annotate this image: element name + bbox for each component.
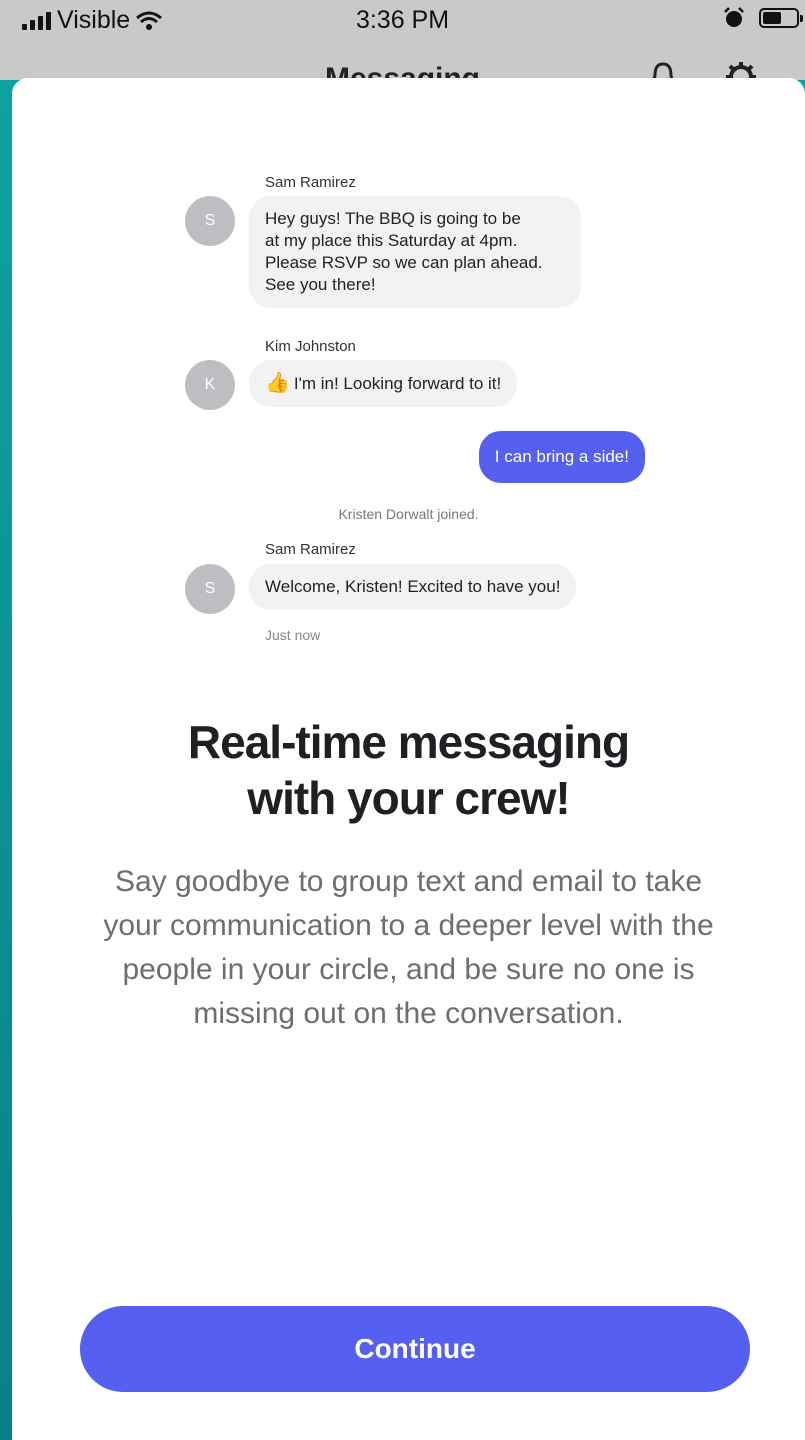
description-line: people in your circle, and be sure no on… [122,953,695,986]
description-line: your communication to a deeper level wit… [103,909,714,942]
description-line: Say goodbye to group text and email to t… [114,865,703,898]
status-bar: Visible 3:36 PM [0,0,805,40]
page-title: Real-time messaging with your crew! [12,714,805,826]
message-line: at my place this Saturday at 4pm. [265,231,518,250]
description: Say goodbye to group text and email to t… [72,860,745,1036]
message-bubble: 👍 I'm in! Looking forward to it! [249,360,518,407]
status-right [723,7,803,29]
my-message-bubble: I can bring a side! [478,431,645,483]
title-line: with your crew! [247,772,570,824]
message-line: See you there! [265,275,376,294]
message-line: Hey guys! The BBQ is going to be [265,209,521,228]
avatar: K [185,360,235,410]
system-message: Kristen Dorwalt joined. [338,506,479,522]
message-sender: Sam Ramirez [265,174,356,191]
message-timestamp: Just now [265,627,321,643]
avatar: S [185,564,235,614]
message-text: I'm in! Looking forward to it! [293,374,502,393]
message-sender: Kim Johnston [265,338,356,355]
underlying-nav: ‹ Messaging [0,40,805,80]
message-line: Please RSVP so we can plan ahead. [265,253,543,272]
onboarding-sheet: Sam Ramirez S Hey guys! The BBQ is going… [12,78,805,1440]
gear-icon [726,62,756,80]
continue-button[interactable]: Continue [80,1306,750,1392]
status-time: 3:36 PM [355,6,450,34]
message-bubble: Hey guys! The BBQ is going to be at my p… [249,196,581,308]
alarm-icon [724,7,744,27]
battery-icon [759,8,803,28]
title-line: Real-time messaging [187,716,630,768]
description-line: missing out on the conversation. [193,997,624,1030]
message-bubble: Welcome, Kristen! Excited to have you! [249,564,577,610]
message-sender: Sam Ramirez [265,541,356,558]
avatar: S [185,196,235,246]
thumbs-up-icon: 👍 [265,372,290,394]
